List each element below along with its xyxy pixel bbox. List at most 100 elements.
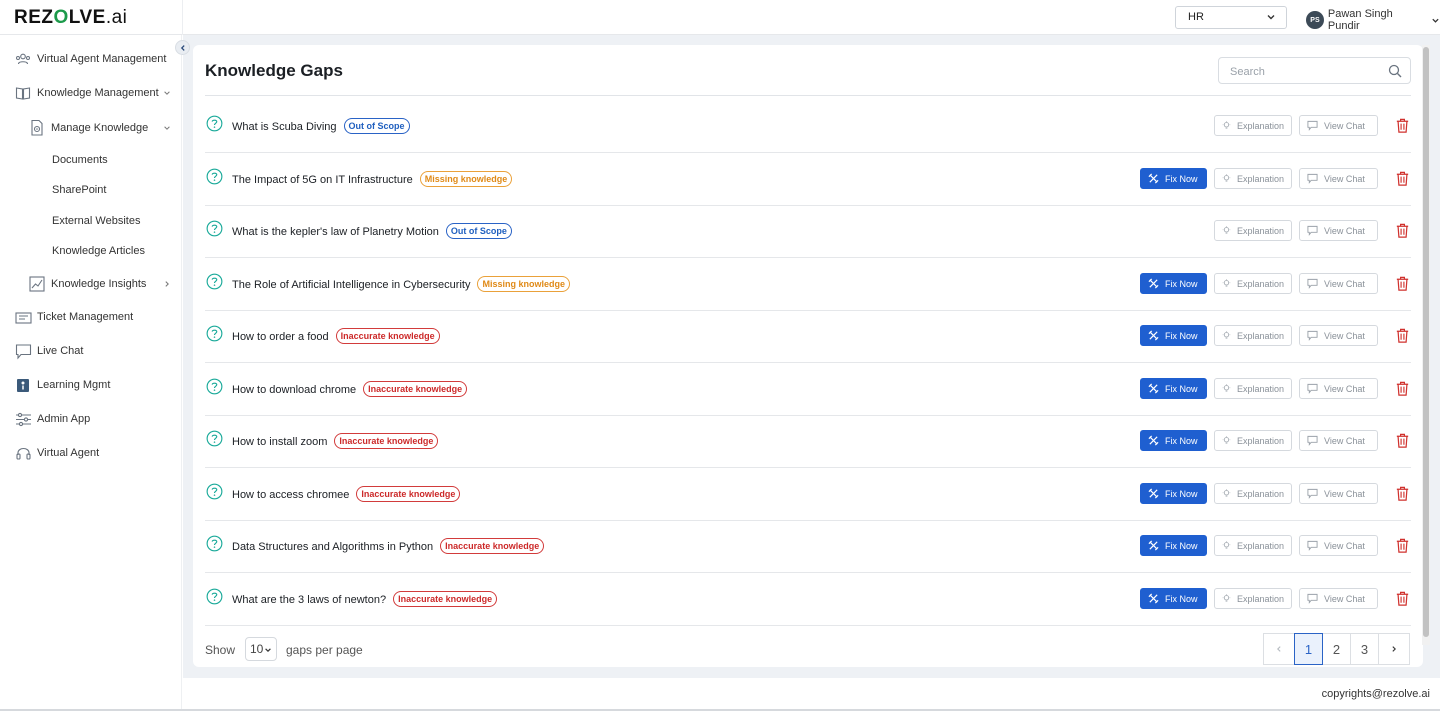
fix-now-button[interactable]: Fix Now <box>1140 430 1207 451</box>
tools-icon <box>1148 330 1159 341</box>
per-page-select[interactable]: 10 <box>245 637 277 661</box>
page-button-2[interactable]: 2 <box>1322 633 1351 665</box>
trash-icon[interactable] <box>1394 327 1411 344</box>
gap-title: The Impact of 5G on IT Infrastructure <box>232 174 413 186</box>
next-page-button[interactable] <box>1378 633 1410 665</box>
tools-icon <box>1148 488 1159 499</box>
gap-title: How to install zoom <box>232 436 328 448</box>
sidebar-item-admin-app[interactable]: Admin App <box>14 407 90 431</box>
trash-icon[interactable] <box>1394 432 1411 449</box>
trash-icon[interactable] <box>1394 117 1411 134</box>
gap-title: How to download chrome <box>232 384 357 396</box>
workspace-select[interactable]: HR <box>1175 6 1287 29</box>
page-button-3[interactable]: 3 <box>1350 633 1379 665</box>
sidebar-subitem-external-websites[interactable]: External Websites <box>52 215 140 227</box>
fix-now-label: Fix Now <box>1165 278 1198 289</box>
trash-icon[interactable] <box>1394 222 1411 239</box>
explanation-label: Explanation <box>1236 278 1284 289</box>
explanation-label: Explanation <box>1236 435 1284 446</box>
view-chat-button[interactable]: View Chat <box>1299 115 1378 136</box>
fix-now-button[interactable]: Fix Now <box>1140 168 1207 189</box>
sidebar-item-virtual-agent[interactable]: Virtual Agent <box>14 441 99 465</box>
sidebar-item-knowledge-insights[interactable]: Knowledge Insights <box>28 272 174 296</box>
gap-status-badge: Inaccurate knowledge <box>393 591 498 607</box>
sidebar-subitem-sharepoint[interactable]: SharePoint <box>52 184 106 196</box>
explanation-button[interactable]: Explanation <box>1214 325 1292 346</box>
sidebar-subitem-knowledge-articles[interactable]: Knowledge Articles <box>52 245 145 257</box>
explanation-button[interactable]: Explanation <box>1214 273 1292 294</box>
sidebar-item-ticket-management[interactable]: Ticket Management <box>14 305 133 329</box>
explanation-button[interactable]: Explanation <box>1214 483 1292 504</box>
fix-now-button[interactable]: Fix Now <box>1140 325 1207 346</box>
view-chat-button[interactable]: View Chat <box>1299 588 1378 609</box>
row-actions: Fix Now Explanation View Chat <box>1131 588 1411 610</box>
trash-icon[interactable] <box>1394 170 1411 187</box>
view-chat-button[interactable]: View Chat <box>1299 378 1378 399</box>
explanation-button[interactable]: Explanation <box>1214 168 1292 189</box>
view-chat-button[interactable]: View Chat <box>1299 273 1378 294</box>
tools-icon <box>1148 383 1159 394</box>
fix-now-button[interactable]: Fix Now <box>1140 378 1207 399</box>
sidebar-item-label: Manage Knowledge <box>51 122 149 134</box>
view-chat-button[interactable]: View Chat <box>1299 535 1378 556</box>
sidebar-item-knowledge-management[interactable]: Knowledge Management <box>14 81 174 105</box>
users-icon <box>14 50 32 68</box>
question-icon <box>206 115 223 132</box>
sidebar-item-live-chat[interactable]: Live Chat <box>14 339 83 363</box>
fix-now-button[interactable]: Fix Now <box>1140 483 1207 504</box>
sidebar-item-manage-knowledge[interactable]: Manage Knowledge <box>28 116 174 140</box>
fix-now-button[interactable]: Fix Now <box>1140 273 1207 294</box>
chat-bubble-icon <box>1307 173 1318 184</box>
previous-page-button[interactable] <box>1263 633 1295 665</box>
chevron-left-icon <box>1277 646 1281 652</box>
chat-bubble-icon <box>1307 593 1318 604</box>
trash-icon[interactable] <box>1394 485 1411 502</box>
gap-title-wrap: Data Structures and Algorithms in Python… <box>232 538 545 554</box>
explanation-label: Explanation <box>1236 540 1284 551</box>
gap-title-wrap: What are the 3 laws of newton? Inaccurate… <box>232 591 498 607</box>
chat-bubble-icon <box>1307 330 1318 341</box>
trash-icon[interactable] <box>1394 590 1411 607</box>
gap-title: Data Structures and Algorithms in Python <box>232 541 434 553</box>
trash-icon[interactable] <box>1394 537 1411 554</box>
fix-now-label: Fix Now <box>1165 173 1198 184</box>
trash-icon[interactable] <box>1394 275 1411 292</box>
trash-icon[interactable] <box>1394 380 1411 397</box>
explanation-button[interactable]: Explanation <box>1214 535 1292 556</box>
view-chat-button[interactable]: View Chat <box>1299 325 1378 346</box>
user-menu[interactable]: PS Pawan Singh Pundir <box>1306 8 1440 32</box>
sidebar-subitem-documents[interactable]: Documents <box>52 154 108 166</box>
logo-divider <box>182 0 183 35</box>
page-button-1[interactable]: 1 <box>1294 633 1323 665</box>
sidebar-item-learning-mgmt[interactable]: Learning Mgmt <box>14 373 110 397</box>
view-chat-button[interactable]: View Chat <box>1299 483 1378 504</box>
view-chat-button[interactable]: View Chat <box>1299 220 1378 241</box>
sidebar-item-virtual-agent-management[interactable]: Virtual Agent Management <box>14 47 166 71</box>
explanation-button[interactable]: Explanation <box>1214 378 1292 399</box>
book-icon <box>14 84 32 102</box>
scrollbar-thumb[interactable] <box>1423 47 1429 637</box>
view-chat-button[interactable]: View Chat <box>1299 430 1378 451</box>
lightbulb-icon <box>1222 331 1231 339</box>
explanation-button[interactable]: Explanation <box>1214 588 1292 609</box>
fix-now-button[interactable]: Fix Now <box>1140 588 1207 609</box>
fix-now-button[interactable]: Fix Now <box>1140 535 1207 556</box>
gap-status-badge: Inaccurate knowledge <box>335 328 440 344</box>
tools-icon <box>1148 435 1159 446</box>
explanation-button[interactable]: Explanation <box>1214 430 1292 451</box>
question-icon <box>206 430 223 447</box>
brand-logo[interactable]: REZOLVE.ai <box>14 7 127 29</box>
search-icon[interactable] <box>1388 64 1402 78</box>
lightbulb-icon <box>1222 541 1231 549</box>
view-chat-label: View Chat <box>1324 120 1365 131</box>
gap-title-wrap: How to access chromee Inaccurate knowledg… <box>232 486 461 502</box>
search-input[interactable]: Search <box>1218 57 1411 84</box>
scrollbar[interactable] <box>1422 45 1430 645</box>
explanation-button[interactable]: Explanation <box>1214 220 1292 241</box>
user-name: Pawan Singh Pundir <box>1327 8 1393 32</box>
sidebar-collapse-button[interactable] <box>175 40 190 55</box>
view-chat-button[interactable]: View Chat <box>1299 168 1378 189</box>
lightbulb-icon <box>1222 226 1231 234</box>
explanation-button[interactable]: Explanation <box>1214 115 1292 136</box>
copyright: copyrights@rezolve.ai <box>1321 688 1430 700</box>
